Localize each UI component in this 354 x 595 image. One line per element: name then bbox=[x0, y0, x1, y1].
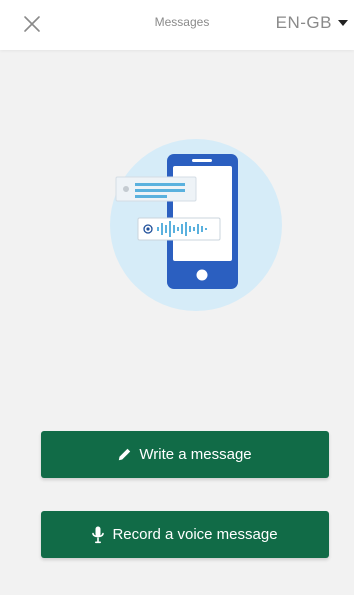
write-message-button[interactable]: Write a message bbox=[41, 431, 329, 478]
phone-messages-illustration bbox=[110, 139, 282, 311]
language-select[interactable]: EN-GB bbox=[276, 11, 348, 35]
record-voice-message-label: Record a voice message bbox=[112, 526, 278, 543]
pencil-icon bbox=[118, 448, 131, 461]
header-bar: Messages EN-GB bbox=[0, 0, 354, 50]
record-voice-message-button[interactable]: Record a voice message bbox=[41, 511, 329, 558]
language-label: EN-GB bbox=[275, 13, 332, 32]
microphone-icon bbox=[92, 526, 105, 544]
write-message-label: Write a message bbox=[139, 446, 252, 463]
messages-screen: Messages EN-GB Write a message Record a … bbox=[0, 0, 354, 595]
chevron-down-icon bbox=[338, 19, 348, 27]
